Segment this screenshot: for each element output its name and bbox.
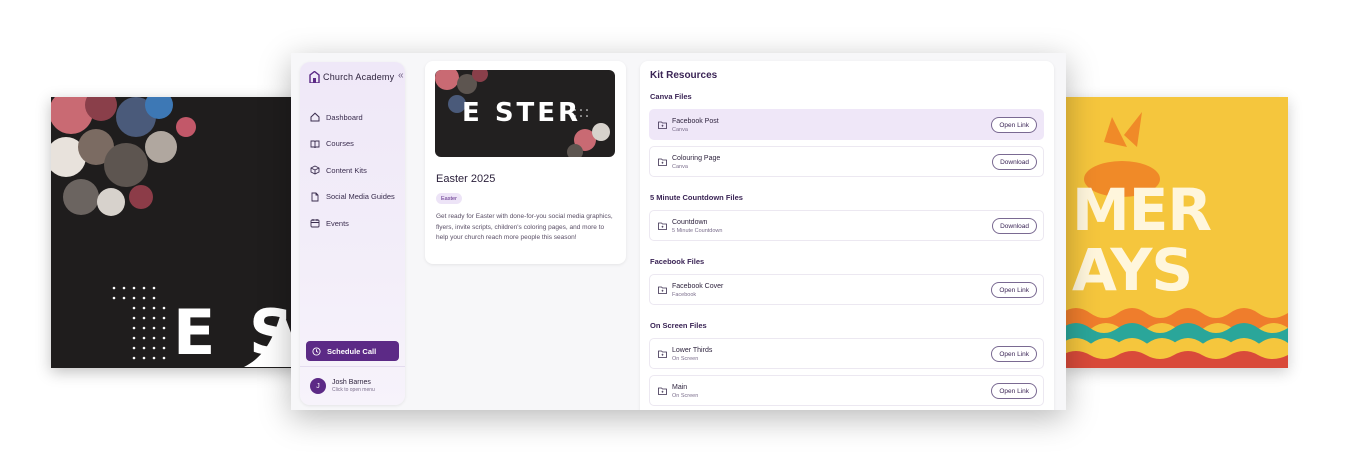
resource-source: 5 Minute Countdown (672, 228, 723, 234)
kit-tag: Easter (436, 193, 462, 204)
section-title-on-screen: On Screen Files (650, 321, 707, 330)
sidebar-item-label: Courses (326, 139, 354, 149)
app-window: Church Academy « Dashboard Courses Conte… (291, 53, 1066, 410)
folder-icon (658, 158, 667, 166)
sidebar-item-label: Dashboard (326, 112, 363, 122)
folder-icon (658, 121, 667, 129)
screenshot-stage: E S MER AYS Church Academy « Dashboard C… (0, 0, 1366, 463)
resource-name: Colouring Page (672, 155, 721, 162)
folder-icon (658, 387, 667, 395)
resource-source: On Screen (672, 393, 699, 399)
resource-row-colouring-page[interactable]: Colouring Page Canva Download (649, 146, 1044, 177)
summer-promo-background: MER AYS (1062, 97, 1288, 368)
collapse-sidebar-icon[interactable]: « (398, 70, 404, 81)
open-link-button[interactable]: Open Link (991, 282, 1037, 298)
home-icon (310, 112, 320, 122)
brand[interactable]: Church Academy (309, 71, 394, 83)
section-title-countdown: 5 Minute Countdown Files (650, 193, 743, 202)
resource-name: Facebook Cover (672, 283, 724, 290)
resources-title: Kit Resources (650, 70, 718, 81)
resource-row-facebook-cover[interactable]: Facebook Cover Facebook Open Link (649, 274, 1044, 305)
user-menu-hint: Click to open menu (332, 387, 375, 393)
easter-promo-background: E S (51, 97, 301, 368)
summer-word-1: MER (1072, 176, 1212, 244)
resource-source: Canva (672, 164, 688, 170)
resource-name: Countdown (672, 219, 708, 226)
resource-source: Facebook (672, 292, 697, 298)
resource-source: On Screen (672, 356, 699, 362)
kit-title: Easter 2025 (436, 173, 496, 185)
flowers-illustration (51, 97, 196, 216)
sidebar-item-events[interactable]: Events (310, 210, 400, 237)
kit-thumbnail: E STER (435, 70, 615, 157)
sidebar-item-content-kits[interactable]: Content Kits (310, 157, 400, 184)
file-icon (311, 192, 319, 202)
sidebar-item-courses[interactable]: Courses (310, 131, 400, 158)
download-button[interactable]: Download (992, 154, 1037, 170)
schedule-call-label: Schedule Call (327, 346, 377, 356)
calendar-icon (310, 219, 320, 228)
church-logo-icon (309, 71, 320, 83)
clock-icon (312, 346, 321, 356)
brand-name: Church Academy (323, 72, 395, 82)
user-menu[interactable]: J Josh Barnes Click to open menu (300, 366, 405, 405)
folder-icon (658, 222, 667, 230)
kit-card: E STER Easter 2025 Easter Get ready for … (425, 61, 626, 264)
download-button[interactable]: Download (992, 218, 1037, 234)
resource-name: Main (672, 384, 688, 391)
section-title-canva: Canva Files (650, 92, 692, 101)
folder-icon (658, 286, 667, 294)
resource-row-countdown[interactable]: Countdown 5 Minute Countdown Download (649, 210, 1044, 241)
resource-row-lower-thirds[interactable]: Lower Thirds On Screen Open Link (649, 338, 1044, 369)
open-link-button[interactable]: Open Link (991, 383, 1037, 399)
resource-name: Lower Thirds (672, 347, 713, 354)
resource-name: Facebook Post (672, 118, 719, 125)
sidebar-item-label: Content Kits (326, 165, 367, 175)
box-icon (310, 165, 320, 175)
avatar: J (310, 378, 326, 394)
sidebar-item-dashboard[interactable]: Dashboard (310, 104, 400, 131)
sidebar-nav: Dashboard Courses Content Kits Social Me… (310, 104, 400, 237)
folder-icon (658, 350, 667, 358)
kit-thumbnail-text: E STER (462, 98, 582, 128)
book-icon (310, 140, 320, 148)
dot-pattern (112, 286, 166, 360)
user-name: Josh Barnes (332, 379, 371, 386)
wave-stripes (1062, 308, 1288, 368)
user-info: Josh Barnes Click to open menu (332, 379, 375, 393)
sidebar-item-social-media-guides[interactable]: Social Media Guides (310, 184, 400, 211)
sidebar-item-label: Social Media Guides (326, 192, 395, 202)
kit-resources-panel: Kit Resources Canva Files Facebook Post … (640, 61, 1054, 410)
kit-description: Get ready for Easter with done-for-you s… (436, 213, 613, 241)
sidebar: Church Academy « Dashboard Courses Conte… (300, 62, 405, 405)
sidebar-item-label: Events (326, 218, 349, 228)
open-link-button[interactable]: Open Link (991, 346, 1037, 362)
resource-row-main[interactable]: Main On Screen Open Link (649, 375, 1044, 406)
section-title-facebook: Facebook Files (650, 257, 705, 266)
resource-source: Canva (672, 127, 688, 133)
schedule-call-button[interactable]: Schedule Call (306, 341, 399, 361)
resource-row-facebook-post[interactable]: Facebook Post Canva Open Link (649, 109, 1044, 140)
open-link-button[interactable]: Open Link (991, 117, 1037, 133)
summer-word-2: AYS (1072, 236, 1193, 304)
